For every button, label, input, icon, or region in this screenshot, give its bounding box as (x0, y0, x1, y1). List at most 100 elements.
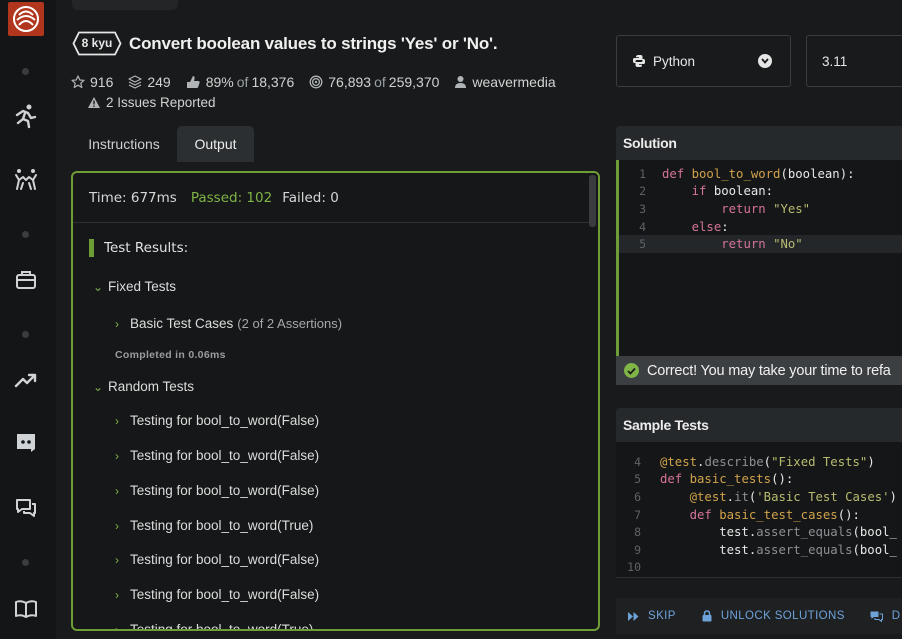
satisfaction-stat: 89% of 18,376 (186, 74, 294, 90)
random-test-item[interactable]: › Testing for bool_to_word(True) (115, 622, 314, 631)
attempts-total: 259,370 (388, 74, 440, 90)
chevron-right-icon: › (115, 622, 119, 631)
thumbs-up-icon (186, 76, 200, 88)
fixed-tests-label: Fixed Tests (108, 279, 177, 294)
sidebar-separator-dot (22, 559, 29, 566)
python-icon (633, 55, 645, 67)
unlock-solutions-button[interactable]: UNLOCK SOLUTIONS (702, 610, 845, 622)
random-test-label: Testing for bool_to_word(False) (130, 483, 320, 498)
output-passed: Passed: 102 (190, 190, 273, 206)
completed-of: of (374, 74, 386, 90)
kata-stats: 916 249 89% of 18,376 76,893 of 259,370 … (71, 73, 571, 91)
completions-stat: 76,893 of 259,370 (309, 74, 439, 90)
version-select[interactable]: 3.11 (806, 35, 902, 87)
random-tests-label: Random Tests (108, 379, 195, 394)
output-divider (73, 222, 589, 223)
chevron-down-icon: ⌄ (93, 279, 104, 294)
issues-link[interactable]: 2 Issues Reported (87, 95, 216, 110)
author-stat[interactable]: weavermedia (454, 74, 556, 90)
sidebar-separator-dot (22, 68, 29, 75)
tab-instructions[interactable]: Instructions (74, 126, 174, 162)
chevron-right-icon: › (115, 316, 119, 331)
code-line: 3 return "Yes" (639, 201, 811, 216)
results-title: Test Results: (104, 240, 189, 256)
book-icon[interactable] (12, 595, 40, 623)
random-tests-group[interactable]: ⌄ Random Tests (93, 379, 194, 394)
stars-stat[interactable]: 916 (71, 74, 113, 90)
random-test-label: Testing for bool_to_word(True) (130, 622, 314, 631)
results-indicator (89, 239, 94, 257)
chevron-right-icon: › (115, 552, 119, 567)
skip-label: SKIP (648, 610, 676, 622)
random-test-item[interactable]: › Testing for bool_to_word(False) (115, 552, 319, 567)
code-line: 1 def bool_to_word (boolean): (639, 166, 855, 181)
sidebar-separator-dot (22, 231, 29, 238)
sidebar-separator-dot (22, 331, 29, 338)
fixed-tests-group[interactable]: ⌄ Fixed Tests (93, 279, 176, 294)
random-test-item[interactable]: › Testing for bool_to_word(False) (115, 448, 319, 463)
rank-label: 8 kyu (81, 36, 113, 50)
chevron-right-icon: › (115, 587, 119, 602)
code-line: 8 test. assert_equals (bool_ (634, 525, 897, 540)
author-name: weavermedia (472, 74, 556, 90)
fast-forward-icon (628, 611, 639, 621)
code-line-active: 5 return "No" (619, 235, 902, 253)
satisfaction-of: of (236, 74, 249, 90)
star-icon (71, 75, 85, 89)
practice-icon[interactable] (12, 102, 40, 130)
kata-title: Convert boolean values to strings 'Yes' … (129, 34, 498, 53)
random-test-item[interactable]: › Testing for bool_to_word(False) (115, 483, 319, 498)
chevron-right-icon: › (115, 413, 119, 428)
briefcase-icon[interactable] (12, 266, 40, 294)
discord-icon[interactable] (12, 429, 40, 457)
trending-up-icon[interactable] (12, 366, 40, 394)
output-scrollbar[interactable] (589, 175, 596, 227)
collections-count: 249 (147, 74, 171, 90)
skip-button[interactable]: SKIP (628, 610, 676, 622)
random-test-item[interactable]: › Testing for bool_to_word(False) (115, 587, 319, 602)
basic-test-assertions: (2 of 2 Assertions) (237, 316, 343, 331)
completed-time: Completed in 0.06ms (115, 349, 226, 361)
warning-icon (88, 97, 100, 108)
output-failed: Failed: 0 (282, 190, 339, 206)
target-icon (309, 75, 323, 89)
code-line: 9 test. assert_equals (bool_ (634, 542, 897, 557)
random-test-item[interactable]: › Testing for bool_to_word(False) (115, 413, 319, 428)
issues-label: 2 Issues Reported (106, 95, 216, 110)
random-test-label: Testing for bool_to_word(False) (130, 587, 320, 602)
solution-editor[interactable]: 1 def bool_to_word (boolean): 2 if boolean… (616, 160, 902, 356)
success-message: Correct! You may take your time to refa (616, 356, 902, 385)
chevron-down-icon: ⌄ (93, 379, 104, 394)
output-summary: Time: 677ms Passed: 102 Failed: 0 (89, 190, 339, 206)
random-test-item[interactable]: › Testing for bool_to_word(True) (115, 518, 313, 533)
language-select[interactable]: Python (616, 35, 791, 87)
chevron-right-icon: › (115, 448, 119, 463)
random-test-label: Testing for bool_to_word(False) (130, 413, 320, 428)
stars-count: 916 (90, 74, 114, 90)
collections-stat: 249 (128, 74, 171, 90)
codewars-logo[interactable] (8, 2, 44, 36)
chevron-right-icon: › (115, 518, 119, 533)
chevron-down-icon (758, 54, 772, 68)
tab-output[interactable]: Output (177, 126, 254, 162)
random-test-label: Testing for bool_to_word(True) (130, 518, 314, 533)
basic-test-cases-label: Basic Test Cases (130, 316, 234, 331)
code-line: 5 def basic_tests (): (634, 472, 794, 487)
code-line: 7 def basic_test_cases (): (634, 507, 860, 522)
discuss-button[interactable]: D (870, 610, 901, 622)
sample-tests-editor[interactable]: 4 @test. describe("Fixed Tests") 5 def basi… (616, 442, 902, 578)
code-line: 4 @test. describe("Fixed Tests") (634, 454, 875, 469)
random-test-label: Testing for bool_to_word(False) (130, 552, 320, 567)
chat-icon[interactable] (12, 494, 40, 522)
code-line: 4 else: (639, 219, 729, 234)
compete-icon[interactable] (12, 166, 40, 194)
solution-header: Solution (616, 126, 902, 160)
layers-icon (128, 75, 142, 89)
basic-test-cases[interactable]: › Basic Test Cases (2 of 2 Assertions) (115, 316, 342, 331)
discuss-label: D (891, 610, 901, 622)
sidebar (0, 0, 56, 639)
user-icon (455, 76, 467, 88)
codewars-logo-icon (13, 6, 39, 32)
output-time: Time: 677ms (89, 190, 177, 206)
success-text: Correct! You may take your time to refa (647, 362, 891, 379)
